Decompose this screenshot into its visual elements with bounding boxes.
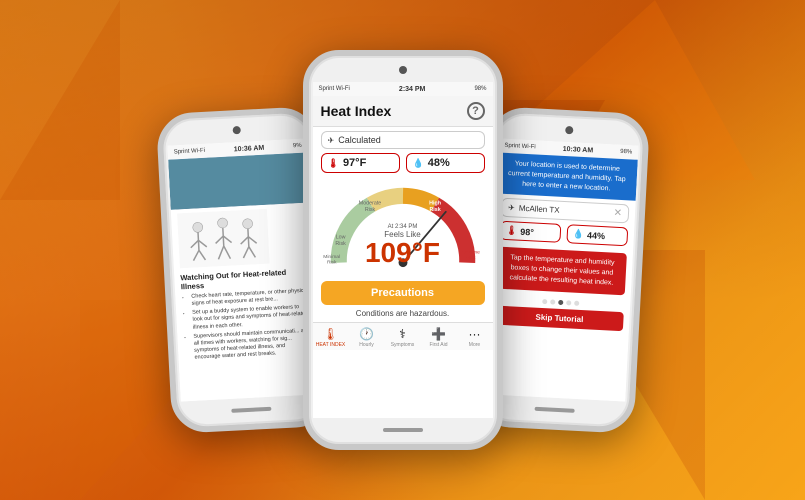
hourly-icon: 🕐 <box>359 327 374 341</box>
dot-5 <box>573 300 578 305</box>
dot-3 <box>557 300 562 305</box>
left-header-image: Precautions <box>168 152 310 209</box>
svg-text:Minimal: Minimal <box>323 254 340 260</box>
location-pin-icon: ✈ <box>507 203 514 212</box>
svg-text:Risk: Risk <box>326 260 336 266</box>
help-button[interactable]: ? <box>467 102 485 120</box>
nav-first-aid-label: First Aid <box>429 342 447 348</box>
heat-index-icon: 🌡 <box>323 327 338 341</box>
header-image-svg: Precautions <box>168 152 310 209</box>
center-camera <box>399 66 407 74</box>
nav-hourly-label: Hourly <box>359 342 373 348</box>
humidity-value: 48% <box>428 157 450 169</box>
svg-text:Moderate: Moderate <box>358 201 381 207</box>
center-carrier: Sprint Wi-Fi <box>319 86 350 92</box>
nav-hourly[interactable]: 🕐 Hourly <box>349 327 385 348</box>
dot-1 <box>541 299 546 304</box>
bottom-nav: 🌡 HEAT INDEX 🕐 Hourly ⚕ Symptoms ➕ First… <box>313 322 493 350</box>
more-icon: ··· <box>469 327 481 341</box>
right-camera <box>565 126 573 134</box>
precautions-button[interactable]: Precautions <box>321 281 485 305</box>
humidity-box[interactable]: 💧 48% <box>406 153 485 173</box>
left-bullets: Check heart rate, temperature, or other … <box>181 288 312 363</box>
blue-info-box[interactable]: Your location is used to determine curre… <box>495 152 637 201</box>
location-row[interactable]: ✈ McAllen TX ✕ <box>500 198 629 224</box>
right-battery: 98% <box>620 149 632 156</box>
mode-label: Calculated <box>338 135 381 145</box>
temperature-value: 97°F <box>343 157 366 169</box>
first-aid-icon: ➕ <box>431 327 446 341</box>
nav-more-label: More <box>469 342 480 348</box>
right-time: 10:30 AM <box>562 145 593 154</box>
left-text-content: Watching Out for Heat-related Illness Ch… <box>170 202 320 401</box>
right-temperature-box[interactable]: 🌡 98° <box>499 221 561 243</box>
symptoms-icon: ⚕ <box>399 327 406 341</box>
right-screen: Sprint Wi-Fi 10:30 AM 98% Your location … <box>485 138 638 401</box>
red-info-box[interactable]: Tap the temperature and humidity boxes t… <box>496 247 626 295</box>
svg-text:High: High <box>429 201 441 207</box>
conditions-text: Conditions are hazardous. <box>313 309 493 318</box>
center-battery: 98% <box>474 86 486 92</box>
left-battery: 9% <box>292 143 301 149</box>
right-thermometer-icon: 🌡 <box>505 225 517 237</box>
svg-text:Risk: Risk <box>465 255 475 261</box>
center-status-bar: Sprint Wi-Fi 2:34 PM 98% <box>313 82 493 96</box>
calculated-row[interactable]: ✈ Calculated <box>321 131 485 149</box>
center-speaker <box>383 428 423 432</box>
nav-symptoms[interactable]: ⚕ Symptoms <box>385 327 421 348</box>
right-temperature-value: 98° <box>520 227 534 238</box>
left-content: Precautions <box>168 152 320 401</box>
center-screen: Sprint Wi-Fi 2:34 PM 98% Heat Index ? ✈ … <box>313 82 493 418</box>
dot-2 <box>549 299 554 304</box>
feels-like-display: At 2:34 PM Feels Like 109°F <box>343 224 463 267</box>
bullet-3: Supervisors should maintain communicati.… <box>193 327 312 362</box>
svg-text:Risk: Risk <box>364 207 375 213</box>
right-humidity-box[interactable]: 💧 44% <box>566 225 628 247</box>
svg-text:Precautions: Precautions <box>176 193 228 206</box>
red-info-text: Tap the temperature and humidity boxes t… <box>509 255 614 287</box>
temp-humidity-row: 🌡 97°F 💧 48% <box>321 153 485 173</box>
right-temp-humidity-row: 🌡 98° 💧 44% <box>499 221 628 247</box>
nav-first-aid[interactable]: ➕ First Aid <box>421 327 457 348</box>
worker-illustration <box>176 209 269 269</box>
center-title: Heat Index <box>321 103 392 119</box>
right-humidity-value: 44% <box>586 230 605 241</box>
location-icon: ✈ <box>328 136 335 145</box>
right-carrier: Sprint Wi-Fi <box>504 143 536 151</box>
left-time: 10:36 AM <box>233 144 264 153</box>
blue-info-text: Your location is used to determine curre… <box>507 160 625 192</box>
heat-gauge: Low Risk Moderate Risk High Risk Minimal… <box>321 177 485 277</box>
center-time: 2:34 PM <box>399 86 425 93</box>
svg-text:Extreme: Extreme <box>461 250 479 256</box>
right-humidity-icon: 💧 <box>572 229 584 241</box>
center-content: Heat Index ? ✈ Calculated 🌡 97°F <box>313 96 493 418</box>
svg-text:Risk: Risk <box>429 207 440 213</box>
right-speaker <box>534 407 574 413</box>
center-phone: Sprint Wi-Fi 2:34 PM 98% Heat Index ? ✈ … <box>303 50 503 450</box>
skip-tutorial-button[interactable]: Skip Tutorial <box>495 305 624 331</box>
left-screen: Sprint Wi-Fi 10:36 AM 9% Precautions <box>167 138 320 401</box>
humidity-icon: 💧 <box>413 158 424 169</box>
clear-location-icon[interactable]: ✕ <box>613 208 622 219</box>
thermometer-icon: 🌡 <box>328 158 339 169</box>
left-speaker <box>231 407 271 413</box>
phones-container: Sprint Wi-Fi 10:36 AM 9% Precautions <box>0 0 805 500</box>
nav-heat-index[interactable]: 🌡 HEAT INDEX <box>313 327 349 348</box>
left-carrier: Sprint Wi-Fi <box>173 148 205 156</box>
right-content: Your location is used to determine curre… <box>485 152 637 401</box>
nav-heat-index-label: HEAT INDEX <box>316 342 346 348</box>
dot-4 <box>565 300 570 305</box>
location-value: McAllen TX <box>518 204 559 215</box>
nav-more[interactable]: ··· More <box>457 327 493 348</box>
nav-symptoms-label: Symptoms <box>391 342 415 348</box>
feels-like-temp: 109°F <box>343 239 463 267</box>
left-camera <box>232 126 240 134</box>
center-header: Heat Index ? <box>313 96 493 127</box>
temperature-box[interactable]: 🌡 97°F <box>321 153 400 173</box>
